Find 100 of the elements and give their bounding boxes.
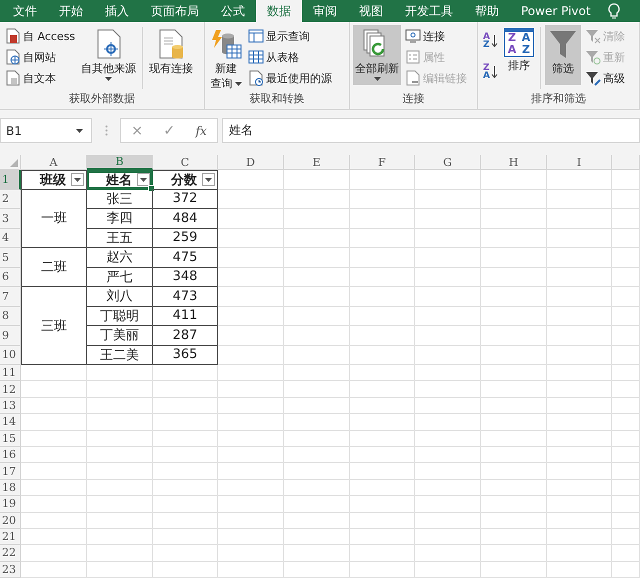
row-header[interactable]: 6 xyxy=(0,268,21,287)
empty-cell[interactable] xyxy=(218,170,284,190)
empty-cell[interactable] xyxy=(218,414,284,431)
empty-cell[interactable] xyxy=(218,268,284,287)
row-header[interactable]: 13 xyxy=(0,398,21,414)
empty-cell[interactable] xyxy=(612,528,640,546)
empty-cell[interactable] xyxy=(415,446,481,464)
column-header[interactable]: D xyxy=(218,155,284,170)
ribbon-button[interactable]: 自文本 xyxy=(3,68,78,88)
empty-cell[interactable] xyxy=(284,512,350,529)
empty-cell[interactable] xyxy=(218,463,284,480)
empty-cell[interactable] xyxy=(284,381,350,398)
empty-cell[interactable] xyxy=(153,528,218,546)
empty-cell[interactable] xyxy=(218,190,284,209)
empty-cell[interactable] xyxy=(350,430,415,447)
empty-cell[interactable] xyxy=(153,398,218,414)
empty-cell[interactable] xyxy=(350,545,415,562)
empty-cell[interactable] xyxy=(547,430,612,447)
ribbon-button[interactable]: 新建 查询 xyxy=(208,25,244,91)
filter-button[interactable] xyxy=(137,173,150,186)
row-header[interactable]: 22 xyxy=(0,545,21,562)
empty-cell[interactable] xyxy=(218,326,284,346)
empty-cell[interactable] xyxy=(218,209,284,228)
row-header[interactable]: 11 xyxy=(0,365,21,382)
empty-cell[interactable] xyxy=(612,381,640,398)
empty-cell[interactable] xyxy=(284,430,350,447)
empty-cell[interactable] xyxy=(415,430,481,447)
column-header[interactable]: F xyxy=(350,155,415,170)
empty-cell[interactable] xyxy=(415,228,481,248)
empty-cell[interactable] xyxy=(350,228,415,248)
ribbon-tab[interactable]: 视图 xyxy=(348,0,394,22)
ribbon-tab[interactable]: 帮助 xyxy=(464,0,510,22)
empty-cell[interactable] xyxy=(153,463,218,480)
empty-cell[interactable] xyxy=(415,248,481,268)
empty-cell[interactable] xyxy=(153,446,218,464)
empty-cell[interactable] xyxy=(218,248,284,268)
empty-cell[interactable] xyxy=(612,463,640,480)
ribbon-button[interactable]: 连接 xyxy=(403,26,469,46)
empty-cell[interactable] xyxy=(218,430,284,447)
empty-cell[interactable] xyxy=(153,496,218,513)
empty-cell[interactable] xyxy=(415,268,481,287)
empty-cell[interactable] xyxy=(547,562,612,578)
empty-cell[interactable] xyxy=(284,228,350,248)
empty-cell[interactable] xyxy=(612,480,640,496)
empty-cell[interactable] xyxy=(218,306,284,326)
empty-cell[interactable] xyxy=(612,209,640,228)
empty-cell[interactable] xyxy=(218,480,284,496)
empty-cell[interactable] xyxy=(350,268,415,287)
empty-cell[interactable] xyxy=(350,512,415,529)
empty-cell[interactable] xyxy=(612,365,640,382)
ribbon-tab[interactable]: 数据 xyxy=(256,0,302,22)
ribbon-tab[interactable]: 插入 xyxy=(94,0,140,22)
empty-cell[interactable] xyxy=(547,287,612,306)
empty-cell[interactable] xyxy=(612,306,640,326)
empty-cell[interactable] xyxy=(284,287,350,306)
empty-cell[interactable] xyxy=(153,381,218,398)
empty-cell[interactable] xyxy=(481,480,547,496)
ribbon-tab[interactable]: Power Pivot xyxy=(510,0,602,22)
ribbon-tab[interactable]: 文件 xyxy=(2,0,48,22)
empty-cell[interactable] xyxy=(415,528,481,546)
empty-cell[interactable] xyxy=(481,496,547,513)
empty-cell[interactable] xyxy=(87,545,153,562)
empty-cell[interactable] xyxy=(415,480,481,496)
empty-cell[interactable] xyxy=(481,545,547,562)
empty-cell[interactable] xyxy=(481,346,547,365)
empty-cell[interactable] xyxy=(350,414,415,431)
empty-cell[interactable] xyxy=(87,496,153,513)
empty-cell[interactable] xyxy=(415,287,481,306)
empty-cell[interactable] xyxy=(350,365,415,382)
empty-cell[interactable] xyxy=(481,248,547,268)
empty-cell[interactable] xyxy=(547,228,612,248)
column-header[interactable] xyxy=(612,155,640,170)
empty-cell[interactable] xyxy=(415,545,481,562)
ribbon-button[interactable]: 自 Access xyxy=(3,26,78,46)
empty-cell[interactable] xyxy=(415,190,481,209)
empty-cell[interactable] xyxy=(284,365,350,382)
empty-cell[interactable] xyxy=(350,248,415,268)
row-header[interactable]: 19 xyxy=(0,496,21,513)
empty-cell[interactable] xyxy=(547,414,612,431)
empty-cell[interactable] xyxy=(153,480,218,496)
empty-cell[interactable] xyxy=(415,209,481,228)
row-header[interactable]: 20 xyxy=(0,512,21,529)
column-header[interactable]: B xyxy=(87,155,153,170)
empty-cell[interactable] xyxy=(415,414,481,431)
empty-cell[interactable] xyxy=(87,512,153,529)
ribbon-tab[interactable]: 开始 xyxy=(48,0,94,22)
empty-cell[interactable] xyxy=(481,562,547,578)
row-header[interactable]: 2 xyxy=(0,190,21,209)
empty-cell[interactable] xyxy=(350,287,415,306)
row-header[interactable]: 9 xyxy=(0,326,21,346)
empty-cell[interactable] xyxy=(481,528,547,546)
filter-button[interactable] xyxy=(202,173,215,186)
empty-cell[interactable] xyxy=(481,268,547,287)
empty-cell[interactable] xyxy=(481,228,547,248)
empty-cell[interactable] xyxy=(612,326,640,346)
empty-cell[interactable] xyxy=(481,430,547,447)
empty-cell[interactable] xyxy=(481,446,547,464)
empty-cell[interactable] xyxy=(547,170,612,190)
empty-cell[interactable] xyxy=(350,346,415,365)
empty-cell[interactable] xyxy=(218,346,284,365)
